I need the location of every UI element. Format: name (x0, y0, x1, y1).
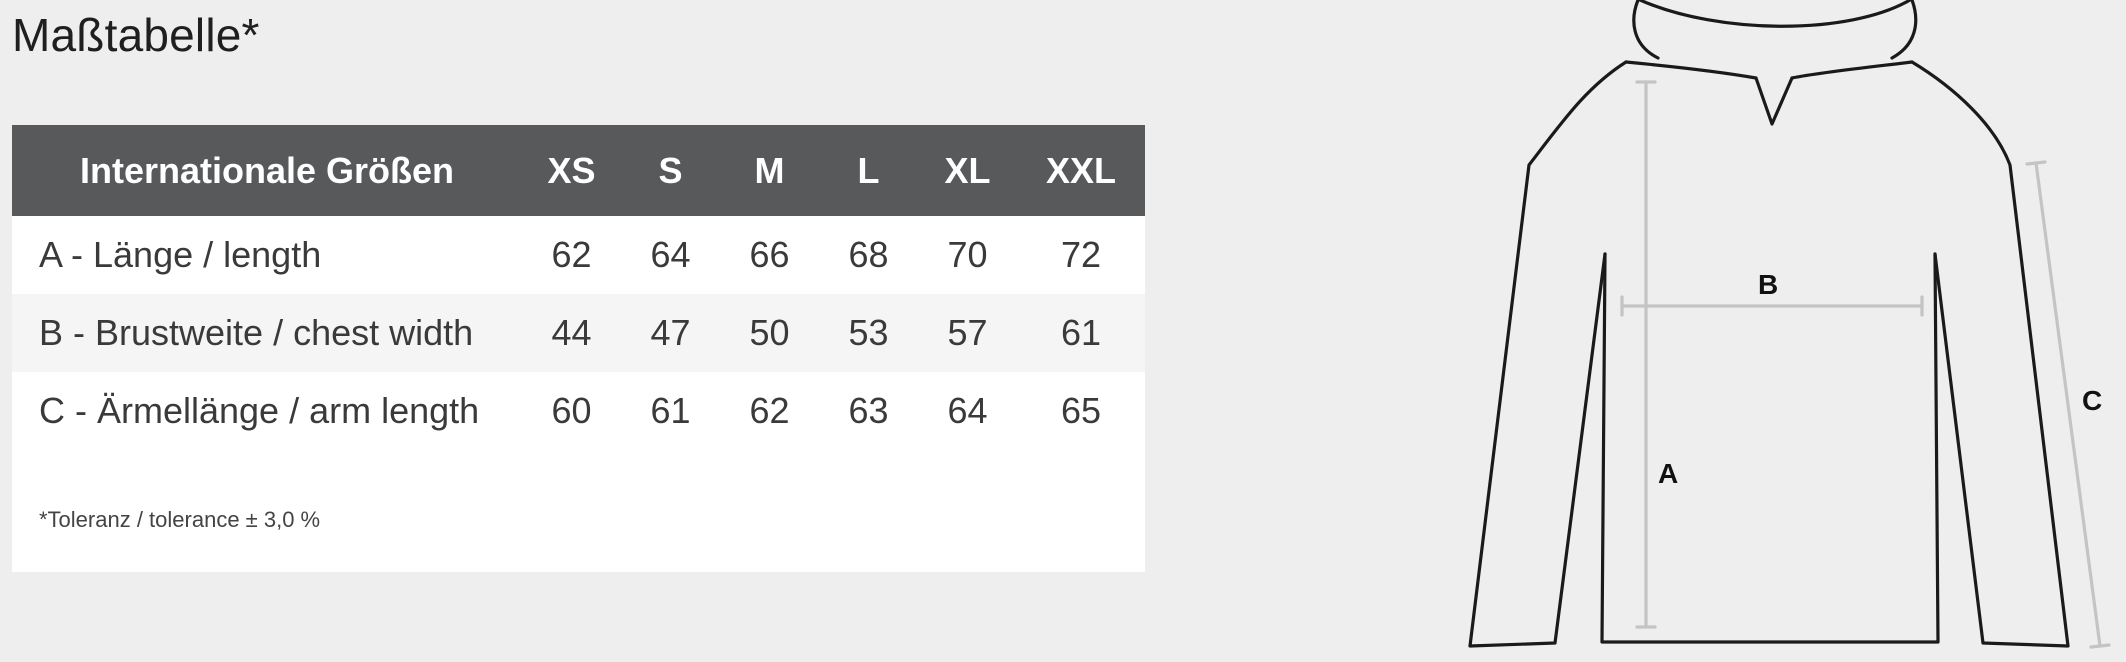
table-cell: 60 (522, 372, 621, 450)
row-label-length: A - Länge / length (12, 216, 522, 294)
table-cell: 63 (819, 372, 918, 450)
footnote-row: *Toleranz / tolerance ± 3,0 % (12, 450, 1145, 572)
table-cell: 61 (1017, 294, 1145, 372)
table-header-row: Internationale Größen XS S M L XL XXL (12, 125, 1145, 216)
table-cell: 72 (1017, 216, 1145, 294)
size-header-xs: XS (522, 125, 621, 216)
table-cell: 64 (621, 216, 720, 294)
dimension-label-a: A (1658, 458, 1678, 489)
table-cell: 62 (720, 372, 819, 450)
table-cell: 57 (918, 294, 1017, 372)
size-table: Internationale Größen XS S M L XL XXL A … (12, 125, 1145, 572)
table-cell: 66 (720, 216, 819, 294)
header-label: Internationale Größen (12, 125, 522, 216)
table-cell: 53 (819, 294, 918, 372)
dimension-label-b: B (1758, 269, 1778, 300)
row-label-chest-width: B - Brustweite / chest width (12, 294, 522, 372)
size-header-xxl: XXL (1017, 125, 1145, 216)
table-cell: 64 (918, 372, 1017, 450)
page-title: Maßtabelle* (12, 9, 260, 61)
hoodie-measurement-diagram: A B C (1400, 0, 2126, 662)
table-cell: 44 (522, 294, 621, 372)
table-cell: 70 (918, 216, 1017, 294)
size-header-l: L (819, 125, 918, 216)
table-cell: 47 (621, 294, 720, 372)
table-row: A - Länge / length 62 64 66 68 70 72 (12, 216, 1145, 294)
hoodie-outline-icon (1468, 0, 2070, 648)
dimension-line-a (1635, 80, 1657, 629)
table-cell: 68 (819, 216, 918, 294)
table-cell: 61 (621, 372, 720, 450)
dimension-label-c: C (2082, 385, 2102, 416)
row-label-arm-length: C - Ärmellänge / arm length (12, 372, 522, 450)
tolerance-footnote: *Toleranz / tolerance ± 3,0 % (12, 450, 1145, 572)
table-cell: 62 (522, 216, 621, 294)
table-cell: 50 (720, 294, 819, 372)
table-row: C - Ärmellänge / arm length 60 61 62 63 … (12, 372, 1145, 450)
size-header-m: M (720, 125, 819, 216)
size-header-xl: XL (918, 125, 1017, 216)
table-row: B - Brustweite / chest width 44 47 50 53… (12, 294, 1145, 372)
size-header-s: S (621, 125, 720, 216)
table-cell: 65 (1017, 372, 1145, 450)
